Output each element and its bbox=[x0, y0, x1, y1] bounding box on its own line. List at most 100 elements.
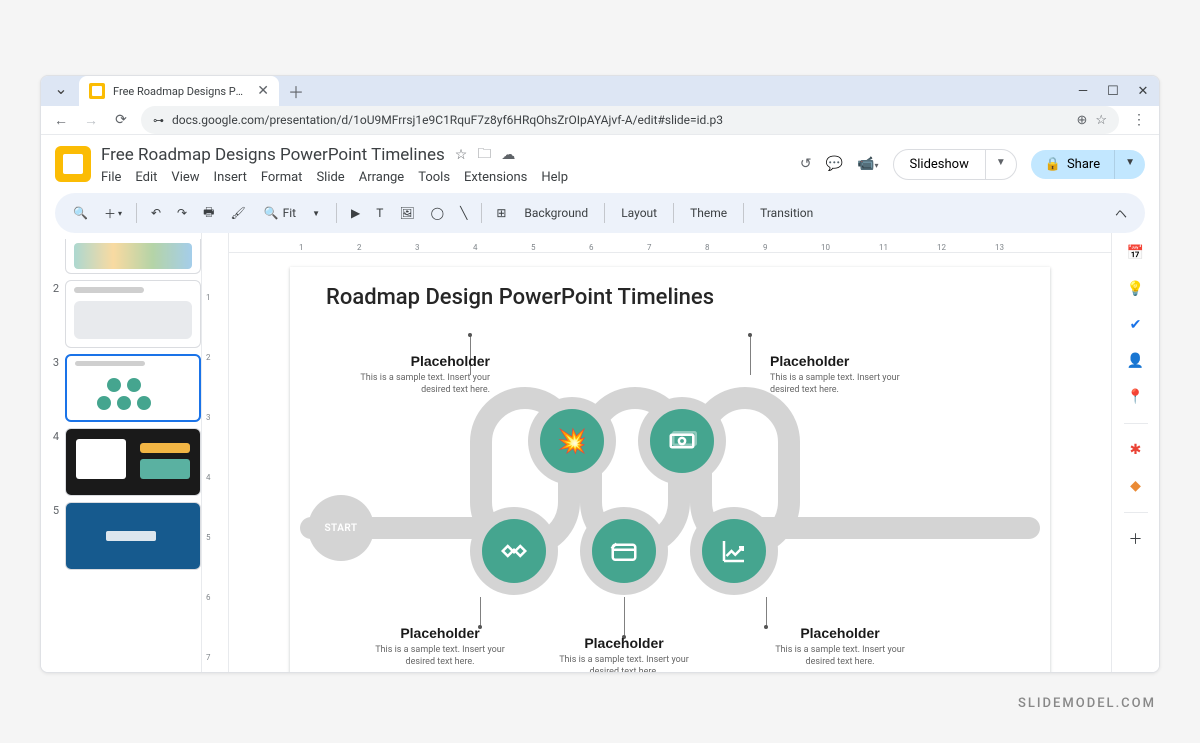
print-button[interactable]: 🖶 bbox=[197, 199, 220, 228]
search-menus-button[interactable]: 🔍 bbox=[67, 202, 94, 224]
menu-view[interactable]: View bbox=[171, 170, 199, 185]
placeholder-sub: This is a sample text. Insert your desir… bbox=[544, 654, 704, 673]
share-button[interactable]: 🔒 Share bbox=[1031, 150, 1115, 179]
doc-title[interactable]: Free Roadmap Designs PowerPoint Timeline… bbox=[101, 145, 445, 165]
transition-button[interactable]: Transition bbox=[752, 202, 821, 224]
horizontal-ruler: 1 2 3 4 5 6 7 8 9 10 11 12 13 bbox=[229, 233, 1111, 253]
zoom-label: Fit bbox=[283, 206, 296, 220]
collapse-toolbar-button[interactable]: ヘ bbox=[1109, 201, 1133, 226]
explosion-icon: 💥 bbox=[557, 427, 587, 455]
minimize-icon[interactable]: — bbox=[1075, 84, 1091, 99]
menu-file[interactable]: File bbox=[101, 170, 121, 185]
new-slide-button[interactable]: ＋▾ bbox=[98, 201, 128, 226]
redo-button[interactable]: ↷ bbox=[171, 202, 193, 224]
addon-icon[interactable]: ✱ bbox=[1126, 440, 1146, 460]
slide-thumbnail-2[interactable] bbox=[65, 280, 201, 348]
menu-arrange[interactable]: Arrange bbox=[359, 170, 404, 185]
forward-button[interactable]: → bbox=[81, 112, 101, 129]
line-tool[interactable]: ╲ bbox=[454, 202, 473, 224]
placeholder-sub: This is a sample text. Insert your desir… bbox=[330, 372, 490, 396]
maps-icon[interactable]: 📍 bbox=[1126, 387, 1146, 407]
theme-button[interactable]: Theme bbox=[682, 202, 735, 224]
slide-thumbnail-5[interactable] bbox=[65, 502, 201, 570]
close-window-icon[interactable]: ✕ bbox=[1135, 84, 1151, 99]
placeholder-block[interactable]: Placeholder This is a sample text. Inser… bbox=[360, 625, 520, 668]
comment-tool[interactable]: ⊞ bbox=[490, 202, 512, 224]
maximize-icon[interactable]: ☐ bbox=[1105, 84, 1121, 99]
menu-help[interactable]: Help bbox=[541, 170, 568, 185]
slideshow-button[interactable]: Slideshow bbox=[894, 150, 986, 179]
menu-tools[interactable]: Tools bbox=[418, 170, 450, 185]
new-tab-button[interactable]: ＋ bbox=[283, 78, 309, 104]
url-text: docs.google.com/presentation/d/1oU9MFrrs… bbox=[172, 113, 1068, 127]
placeholder-block[interactable]: Placeholder This is a sample text. Inser… bbox=[760, 625, 920, 668]
browser-tab-strip: ⌄ Free Roadmap Designs PowerP ✕ ＋ — ☐ ✕ bbox=[41, 76, 1159, 106]
handshake-icon bbox=[499, 536, 529, 566]
menu-slide[interactable]: Slide bbox=[316, 170, 344, 185]
textbox-tool[interactable]: T bbox=[370, 202, 389, 224]
zoom-indicator-icon[interactable]: ⊕ bbox=[1076, 113, 1087, 128]
tab-close-icon[interactable]: ✕ bbox=[257, 83, 269, 99]
roadmap-node-4[interactable] bbox=[580, 507, 668, 595]
contacts-icon[interactable]: 👤 bbox=[1126, 351, 1146, 371]
history-icon[interactable]: ↺ bbox=[800, 156, 812, 172]
slide-title[interactable]: Roadmap Design PowerPoint Timelines bbox=[326, 285, 714, 310]
comments-icon[interactable]: 💬 bbox=[826, 156, 843, 172]
tasks-icon[interactable]: ✔ bbox=[1126, 315, 1146, 335]
roadmap-node-2[interactable] bbox=[638, 397, 726, 485]
vertical-ruler: 1 2 3 4 5 6 7 bbox=[201, 233, 229, 673]
layout-button[interactable]: Layout bbox=[613, 202, 665, 224]
placeholder-block[interactable]: Placeholder This is a sample text. Inser… bbox=[544, 635, 704, 673]
tab-search-dropdown[interactable]: ⌄ bbox=[51, 78, 71, 98]
roadmap-node-1[interactable]: 💥 bbox=[528, 397, 616, 485]
back-button[interactable]: ← bbox=[51, 112, 71, 129]
placeholder-block[interactable]: Placeholder This is a sample text. Inser… bbox=[330, 353, 490, 396]
meet-icon[interactable]: 📹▾ bbox=[857, 156, 878, 172]
slide-thumbnail-1[interactable] bbox=[65, 239, 201, 274]
cloud-status-icon[interactable]: ☁ bbox=[501, 147, 515, 163]
get-addons-button[interactable]: ＋ bbox=[1126, 529, 1146, 549]
move-icon[interactable]: 🗀 bbox=[477, 143, 491, 167]
placeholder-title: Placeholder bbox=[770, 353, 930, 369]
paint-format-button[interactable]: 🖌 bbox=[224, 202, 251, 224]
placeholder-sub: This is a sample text. Insert your desir… bbox=[760, 644, 920, 668]
menu-format[interactable]: Format bbox=[261, 170, 303, 185]
placeholder-block[interactable]: Placeholder This is a sample text. Inser… bbox=[770, 353, 930, 396]
placeholder-sub: This is a sample text. Insert your desir… bbox=[360, 644, 520, 668]
bookmark-icon[interactable]: ☆ bbox=[1095, 113, 1107, 128]
slide-thumbnail-3[interactable] bbox=[65, 354, 201, 422]
slide-canvas[interactable]: Roadmap Design PowerPoint Timelines STAR… bbox=[290, 267, 1050, 673]
chrome-menu-icon[interactable]: ⋮ bbox=[1129, 112, 1149, 128]
share-dropdown[interactable]: ▼ bbox=[1115, 150, 1145, 179]
slide-thumbnail-4[interactable] bbox=[65, 428, 201, 496]
calendar-icon[interactable]: 📅 bbox=[1126, 243, 1146, 263]
menu-extensions[interactable]: Extensions bbox=[464, 170, 527, 185]
tab-title: Free Roadmap Designs PowerP bbox=[113, 85, 249, 98]
site-info-icon[interactable]: ⊶ bbox=[153, 114, 164, 127]
browser-tab[interactable]: Free Roadmap Designs PowerP ✕ bbox=[79, 76, 279, 106]
watermark: SLIDEMODEL.COM bbox=[1018, 696, 1156, 711]
chart-growth-icon bbox=[719, 536, 749, 566]
undo-button[interactable]: ↶ bbox=[145, 202, 167, 224]
slides-favicon-icon bbox=[89, 83, 105, 99]
slides-logo-icon[interactable] bbox=[55, 146, 91, 182]
slide-thumbnails: 1 2 3 bbox=[41, 233, 201, 673]
side-panel: 📅 💡 ✔ 👤 📍 ✱ ◆ ＋ bbox=[1111, 233, 1159, 673]
keep-icon[interactable]: 💡 bbox=[1126, 279, 1146, 299]
thumb-number: 4 bbox=[49, 428, 59, 443]
roadmap-node-3[interactable] bbox=[470, 507, 558, 595]
menu-insert[interactable]: Insert bbox=[214, 170, 247, 185]
start-badge: START bbox=[308, 495, 374, 561]
reload-button[interactable]: ⟳ bbox=[111, 112, 131, 128]
menu-edit[interactable]: Edit bbox=[135, 170, 157, 185]
addon-icon[interactable]: ◆ bbox=[1126, 476, 1146, 496]
slideshow-dropdown[interactable]: ▼ bbox=[986, 150, 1016, 179]
zoom-dropdown[interactable]: 🔍 Fit ▼ bbox=[256, 202, 328, 224]
image-tool[interactable]: 🖼 bbox=[393, 202, 420, 224]
select-tool[interactable]: ▶ bbox=[345, 202, 366, 224]
shape-tool[interactable]: ◯ bbox=[425, 202, 450, 224]
background-button[interactable]: Background bbox=[516, 202, 596, 224]
star-icon[interactable]: ☆ bbox=[455, 147, 468, 163]
url-input[interactable]: ⊶ docs.google.com/presentation/d/1oU9MFr… bbox=[141, 106, 1119, 134]
roadmap-node-5[interactable] bbox=[690, 507, 778, 595]
